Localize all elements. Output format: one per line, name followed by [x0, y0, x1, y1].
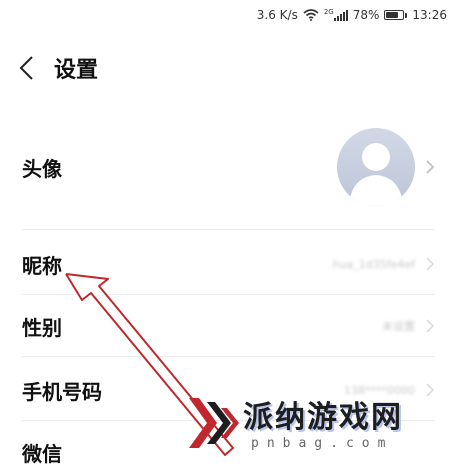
chevron-right-icon — [426, 257, 435, 271]
settings-row-wechat[interactable]: 微信 — [22, 432, 435, 472]
net-speed: 3.6 K/s — [256, 8, 298, 22]
chevron-right-icon — [426, 383, 435, 397]
settings-row-phone[interactable]: 手机号码 138****0000 — [22, 370, 435, 410]
status-bar: 3.6 K/s 2G 78% 13:26 — [0, 0, 461, 30]
divider — [22, 229, 435, 230]
gender-label: 性别 — [22, 315, 62, 340]
battery-percent: 78% — [352, 8, 380, 22]
phone-value: 138****0000 — [344, 383, 415, 397]
divider — [22, 294, 435, 295]
header: 设置 — [16, 52, 98, 84]
chevron-right-icon — [426, 160, 435, 174]
chevron-right-icon — [426, 319, 435, 333]
back-arrow-icon[interactable] — [16, 54, 38, 82]
network-type: 2G — [323, 8, 334, 16]
avatar[interactable] — [337, 128, 415, 206]
wechat-label: 微信 — [22, 441, 62, 466]
clock: 13:26 — [412, 8, 447, 22]
settings-row-nickname[interactable]: 昵称 hua_1d35fe4ef — [22, 244, 435, 284]
battery-icon — [384, 10, 408, 20]
nickname-value: hua_1d35fe4ef — [332, 257, 415, 271]
avatar-label: 头像 — [22, 156, 62, 181]
divider — [22, 356, 435, 357]
divider — [22, 420, 435, 421]
page-title: 设置 — [54, 58, 99, 83]
signal-icon — [333, 9, 348, 21]
user-silhouette-icon — [349, 143, 403, 206]
nickname-label: 昵称 — [22, 253, 62, 278]
phone-label: 手机号码 — [22, 379, 102, 404]
wifi-icon — [303, 9, 319, 21]
settings-row-gender[interactable]: 性别 未设置 — [22, 306, 435, 346]
settings-row-avatar[interactable]: 头像 — [22, 128, 435, 206]
gender-value: 未设置 — [382, 320, 415, 333]
